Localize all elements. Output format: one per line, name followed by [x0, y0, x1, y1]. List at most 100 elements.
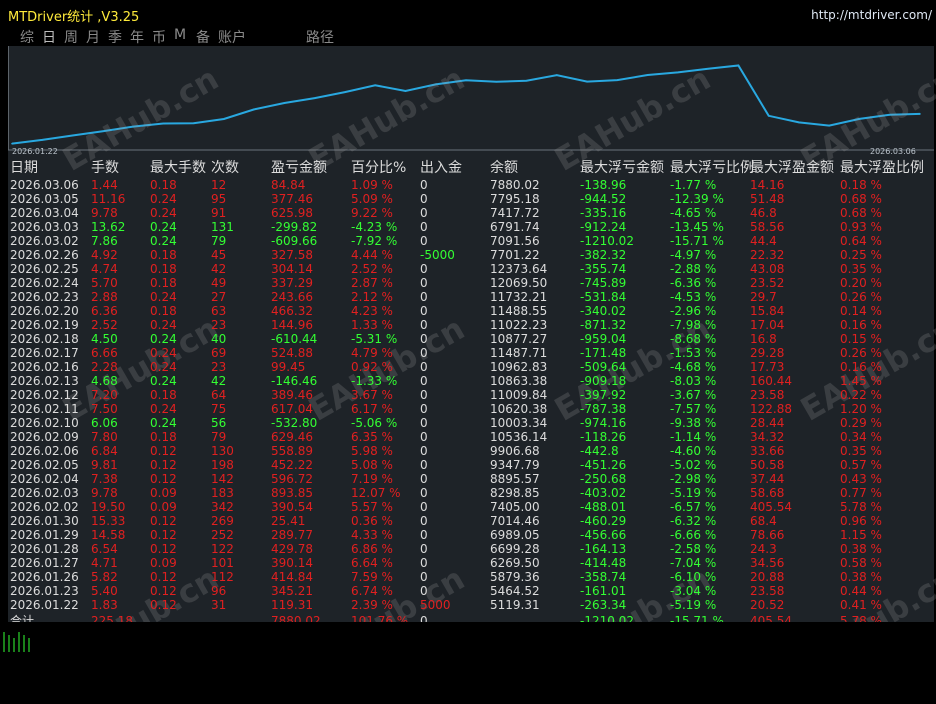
cell-max-float-profit: 14.16 — [750, 178, 785, 192]
cell-trades: 91 — [211, 206, 227, 220]
cell-max-float-loss-pct: -3.67 % — [670, 388, 717, 402]
cell-max-float-loss-pct: -15.71 % — [670, 234, 724, 248]
cell-percent: 6.74 % — [351, 584, 393, 598]
cell-max-float-profit-pct: 1.45 % — [840, 374, 882, 388]
tab-month[interactable]: 月 — [86, 27, 100, 47]
table-row: 2026.01.23 5.40 0.12 96 345.21 6.74 % 0 5464.52… — [8, 584, 936, 598]
cell-max-float-loss-pct: -2.58 % — [670, 542, 717, 556]
cell-max-float-loss-pct: -6.36 % — [670, 276, 717, 290]
tab-magic[interactable]: M — [174, 27, 186, 43]
cell-max-float-profit: 20.88 — [750, 570, 785, 584]
table-row: 2026.02.10 6.06 0.24 56 -532.80 -5.06 % 0 10003… — [8, 416, 936, 430]
header-deposit: 出入金 — [420, 160, 462, 176]
cell-max-float-loss: -397.92 — [580, 388, 627, 402]
cell-max-float-profit-pct: 0.38 % — [840, 542, 882, 556]
cell-max-float-loss-pct: -1.77 % — [670, 178, 717, 192]
cell-max-float-profit: 34.32 — [750, 430, 785, 444]
cell-balance: 11732.21 — [490, 290, 548, 304]
cell-deposit: 0 — [420, 472, 428, 486]
tab-currency[interactable]: 币 — [152, 27, 166, 47]
cell-trades: 49 — [211, 276, 227, 290]
cell-max-float-loss: -340.02 — [580, 304, 627, 318]
table-row: 2026.02.06 6.84 0.12 130 558.89 5.98 % 0 9906.6… — [8, 444, 936, 458]
cell-percent: 5.57 % — [351, 500, 393, 514]
cell-trades: 40 — [211, 332, 227, 346]
tab-path[interactable]: 路径 — [306, 27, 334, 47]
cell-max-float-profit-pct: 0.15 % — [840, 332, 882, 346]
cell-max-float-profit: 68.4 — [750, 514, 777, 528]
cell-date: 2026.03.05 — [10, 192, 79, 206]
cell-percent: 5.09 % — [351, 192, 393, 206]
header-date: 日期 — [10, 160, 38, 176]
cell-max-float-loss: -335.16 — [580, 206, 627, 220]
tab-day[interactable]: 日 — [42, 27, 56, 47]
cell-trades: 12 — [211, 178, 227, 192]
cell-max-float-loss: -488.01 — [580, 500, 627, 514]
cell-profit: 84.84 — [271, 178, 306, 192]
cell-profit: 466.32 — [271, 304, 313, 318]
tab-notes[interactable]: 备 — [196, 27, 210, 47]
cell-max-float-loss-pct: -5.19 % — [670, 486, 717, 500]
cell-deposit: 0 — [420, 276, 428, 290]
header-trades: 次数 — [211, 160, 239, 176]
cell-profit: 25.41 — [271, 514, 306, 528]
cell-profit: -610.44 — [271, 332, 318, 346]
cell-deposit: 0 — [420, 458, 428, 472]
header-lots: 手数 — [91, 160, 119, 176]
cell-max-float-profit: 43.08 — [750, 262, 785, 276]
cell-max-float-loss: -164.13 — [580, 542, 627, 556]
cell-max-lots: 0.24 — [150, 206, 177, 220]
table-row: 2026.03.02 7.86 0.24 79 -609.66 -7.92 % 0 7091.… — [8, 234, 936, 248]
app-title: MTDriver统计 ,V3.25 — [8, 10, 140, 25]
cell-profit: 558.89 — [271, 444, 313, 458]
cell-max-float-profit-pct: 0.57 % — [840, 458, 882, 472]
cell-lots: 5.40 — [91, 584, 118, 598]
tab-account[interactable]: 账户 — [218, 27, 246, 47]
cell-date: 2026.02.26 — [10, 248, 79, 262]
cell-max-lots: 0.24 — [150, 332, 177, 346]
cell-balance: 10003.34 — [490, 416, 548, 430]
cell-profit: 596.72 — [271, 472, 313, 486]
table-row: 2026.01.30 15.33 0.12 269 25.41 0.36 % 0 7014.4… — [8, 514, 936, 528]
cell-max-float-loss-pct: -6.57 % — [670, 500, 717, 514]
website-link[interactable]: http://mtdriver.com/ — [811, 8, 932, 22]
title-bar: MTDriver统计 ,V3.25 http://mtdriver.com/ — [0, 0, 936, 26]
cell-deposit: 0 — [420, 430, 428, 444]
cell-max-float-loss: -456.66 — [580, 528, 627, 542]
cell-balance: 11487.71 — [490, 346, 548, 360]
header-percent: 百分比% — [351, 160, 407, 176]
header-max-float-loss-pct: 最大浮亏比例 — [670, 160, 754, 176]
cell-date: 2026.02.18 — [10, 332, 79, 346]
cell-max-float-loss: -138.96 — [580, 178, 627, 192]
cell-profit: -146.46 — [271, 374, 318, 388]
cell-balance: 6269.50 — [490, 556, 540, 570]
cell-max-float-profit: 28.44 — [750, 416, 785, 430]
cell-date: 2026.01.22 — [10, 598, 79, 612]
cell-deposit: 0 — [420, 262, 428, 276]
cell-max-lots: 0.24 — [150, 318, 177, 332]
cell-deposit: 0 — [420, 234, 428, 248]
cell-percent: 2.39 % — [351, 598, 393, 612]
cell-date: 2026.02.25 — [10, 262, 79, 276]
tab-week[interactable]: 周 — [64, 27, 78, 47]
tab-quarter[interactable]: 季 — [108, 27, 122, 47]
table-row: 2026.02.18 4.50 0.24 40 -610.44 -5.31 % 0 10877… — [8, 332, 936, 346]
cell-trades: 79 — [211, 234, 227, 248]
cell-deposit: 0 — [420, 220, 428, 234]
cell-trades: 79 — [211, 430, 227, 444]
cell-max-float-profit-pct: 0.34 % — [840, 430, 882, 444]
cell-date: 2026.02.16 — [10, 360, 79, 374]
cell-max-float-profit-pct: 0.96 % — [840, 514, 882, 528]
cell-max-lots: 0.09 — [150, 486, 177, 500]
cell-max-float-loss: -263.34 — [580, 598, 627, 612]
cell-profit: 337.29 — [271, 276, 313, 290]
cell-lots: 13.62 — [91, 220, 126, 234]
cell-profit: 452.22 — [271, 458, 313, 472]
cell-lots: 7.50 — [91, 402, 118, 416]
cell-trades: 112 — [211, 570, 234, 584]
cell-max-float-profit: 23.58 — [750, 584, 785, 598]
tab-overview[interactable]: 综 — [20, 27, 34, 47]
table-row: 2026.02.05 9.81 0.12 198 452.22 5.08 % 0 9347.7… — [8, 458, 936, 472]
tab-year[interactable]: 年 — [130, 27, 144, 47]
cell-max-float-profit: 34.56 — [750, 556, 785, 570]
